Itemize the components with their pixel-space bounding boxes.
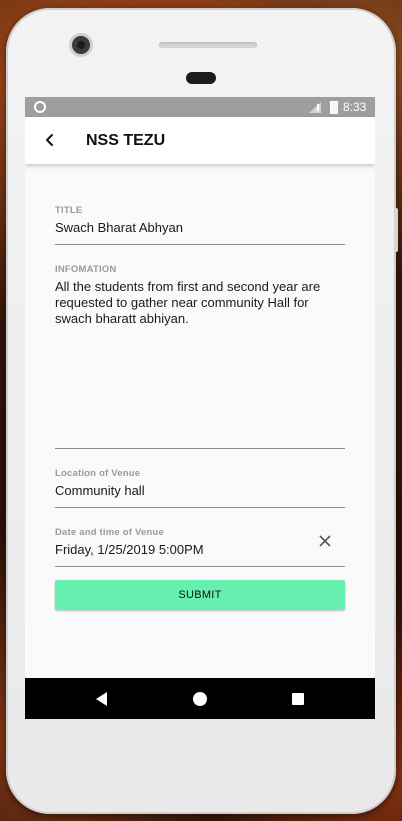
information-underline: [55, 448, 345, 449]
navigation-bar: [25, 678, 375, 719]
title-field[interactable]: TITLE Swach Bharat Abhyan: [55, 205, 345, 236]
information-label: INFOMATION: [55, 264, 117, 275]
side-button: [394, 208, 398, 252]
status-bar: 8:33: [25, 97, 375, 117]
back-arrow-icon[interactable]: [41, 131, 59, 149]
venue-label: Location of Venue: [55, 468, 141, 479]
app-screen: 8:33 NSS TEZU TITLE Swach Bharat Abhyan …: [25, 97, 375, 719]
battery-icon: [330, 101, 338, 114]
datetime-label: Date and time of Venue: [55, 527, 164, 538]
datetime-field[interactable]: Date and time of Venue Friday, 1/25/2019…: [55, 527, 345, 558]
earpiece-speaker: [159, 42, 257, 48]
close-icon[interactable]: [318, 534, 332, 548]
datetime-input[interactable]: Friday, 1/25/2019 5:00PM: [55, 542, 345, 558]
title-label: TITLE: [55, 205, 83, 216]
title-input[interactable]: Swach Bharat Abhyan: [55, 220, 345, 236]
datetime-underline: [55, 566, 345, 567]
front-camera: [72, 36, 90, 54]
notification-icon: [34, 101, 46, 113]
proximity-sensor: [186, 72, 216, 84]
nav-back-icon[interactable]: [96, 692, 107, 706]
signal-icon: [309, 102, 321, 113]
status-time: 8:33: [343, 100, 367, 114]
page-title: NSS TEZU: [86, 132, 166, 149]
venue-field[interactable]: Location of Venue Community hall: [55, 468, 345, 499]
title-underline: [55, 244, 345, 245]
submit-button[interactable]: SUBMIT: [55, 580, 345, 610]
venue-input[interactable]: Community hall: [55, 483, 345, 499]
information-field[interactable]: INFOMATION All the students from first a…: [55, 264, 345, 327]
nav-recent-icon[interactable]: [292, 693, 304, 705]
venue-underline: [55, 507, 345, 508]
app-bar: NSS TEZU: [25, 117, 375, 164]
information-input[interactable]: All the students from first and second y…: [55, 279, 345, 327]
nav-home-icon[interactable]: [193, 692, 207, 706]
